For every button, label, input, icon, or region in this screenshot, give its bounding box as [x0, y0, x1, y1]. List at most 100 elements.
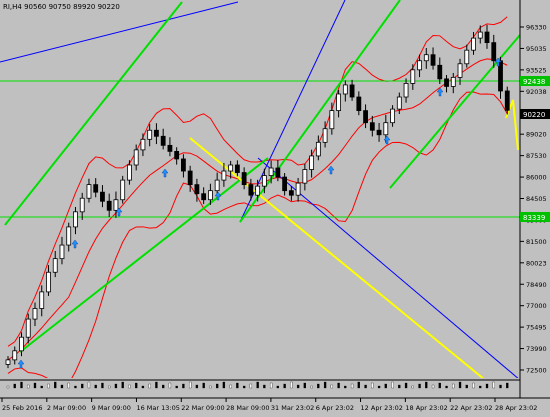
indicator-bar	[506, 382, 509, 389]
indicator-bar	[20, 381, 23, 389]
x-tick-label: 6 Apr 23:02	[316, 404, 354, 412]
candle-body	[154, 129, 159, 137]
candle-body	[309, 155, 315, 170]
candle-body	[248, 184, 254, 196]
candle-body	[464, 49, 470, 65]
candle-body	[261, 175, 267, 187]
indicator-bar	[418, 383, 421, 389]
y-tick-label: 84505	[526, 195, 547, 203]
indicator-bar	[121, 381, 124, 389]
indicator-bar	[81, 383, 84, 389]
candle-body	[410, 69, 416, 84]
indicator-bar	[276, 385, 280, 389]
candle-body	[19, 336, 24, 352]
indicator-bar	[323, 381, 327, 389]
indicator-bar	[485, 383, 489, 389]
candle-body	[437, 64, 443, 80]
indicator-bar	[371, 382, 374, 389]
candle-body	[214, 179, 220, 192]
candle-body	[423, 54, 429, 62]
y-tick-label: 77000	[526, 302, 547, 310]
indicator-bar	[67, 382, 70, 389]
indicator-bar	[296, 384, 300, 389]
y-tick-label: 86000	[526, 174, 547, 182]
indicator-bar	[263, 384, 266, 389]
indicator-bar	[27, 384, 30, 389]
y-tick-label: 92038	[526, 88, 547, 96]
candle-body	[160, 135, 166, 146]
x-tick-label: 22 Apr 23:02	[450, 404, 492, 412]
indicator-bar	[344, 385, 347, 389]
indicator-bar	[404, 382, 408, 389]
candle-body	[275, 167, 281, 178]
indicator-bar	[135, 382, 138, 389]
price-label-text: 90220	[523, 111, 545, 119]
x-tick-label: 22 Mar 09:00	[181, 404, 224, 412]
y-tick-label: 89020	[526, 131, 547, 139]
candle-body	[356, 96, 362, 112]
candle-body	[241, 172, 247, 186]
indicator-bar	[364, 384, 367, 389]
indicator-bar	[54, 381, 57, 389]
candle-body	[430, 54, 436, 66]
indicator-bar	[222, 381, 226, 389]
indicator-bar	[398, 384, 401, 389]
x-tick-label: 9 Mar 09:00	[92, 404, 131, 412]
y-tick-label: 75495	[526, 324, 547, 332]
indicator-bar	[60, 384, 64, 389]
candle-body	[444, 78, 449, 87]
candle-body	[342, 84, 348, 95]
candle-body	[477, 31, 483, 39]
indicator-bar	[438, 382, 441, 389]
x-tick-label: 2 Mar 09:00	[47, 404, 86, 412]
candle-body	[5, 359, 11, 365]
indicator-bar	[445, 385, 448, 389]
indicator-bar	[425, 381, 428, 389]
indicator-bar	[283, 383, 286, 389]
y-tick-label: 93525	[526, 66, 547, 74]
indicator-bar	[242, 385, 246, 389]
y-tick-label: 78490	[526, 281, 547, 289]
indicator-bar	[431, 384, 435, 389]
price-label-text: 83339	[523, 214, 545, 222]
indicator-bar	[114, 383, 118, 389]
candle-body	[120, 179, 126, 201]
indicator-bar	[249, 383, 253, 389]
candle-body	[376, 129, 382, 136]
candle-body	[39, 291, 45, 309]
indicator-bar	[148, 383, 151, 389]
candle-body	[336, 93, 341, 112]
indicator-bar	[175, 385, 178, 389]
candle-body	[282, 176, 288, 192]
price-chart[interactable]: RI,H4 90560 90750 89920 90220 96330 95035…	[0, 0, 550, 413]
candle-body	[295, 182, 301, 196]
y-tick-label: 80023	[526, 259, 547, 267]
candle-body	[106, 200, 112, 211]
indicator-bar	[479, 385, 482, 389]
indicator-bar	[13, 383, 16, 389]
candle-body	[187, 170, 193, 186]
candle-body	[349, 84, 355, 98]
candle-body	[167, 144, 173, 152]
indicator-bar	[87, 381, 91, 389]
candle-body	[147, 129, 153, 140]
y-tick-label: 96330	[526, 24, 547, 32]
candle-body	[140, 138, 146, 151]
chart-window[interactable]: RI,H4 90560 90750 89920 90220 96330 95035…	[0, 0, 550, 413]
indicator-bar	[256, 381, 259, 389]
indicator-bar	[465, 384, 468, 389]
indicator-bar	[141, 385, 145, 389]
indicator-bar	[290, 381, 293, 389]
x-tick-label: 12 Apr 23:02	[361, 404, 403, 412]
chart-header: RI,H4 90560 90750 89920 90220	[3, 3, 120, 11]
candle-body	[457, 63, 463, 78]
indicator-bar	[101, 382, 104, 389]
x-tick-label: 16 Mar 13:05	[136, 404, 179, 412]
candle-body	[207, 190, 213, 201]
indicator-bar	[269, 382, 273, 389]
candle-body	[25, 318, 31, 338]
indicator-bar	[357, 381, 360, 389]
indicator-bar	[33, 382, 37, 389]
y-tick-label: 81500	[526, 238, 547, 246]
candle-body	[504, 90, 510, 111]
